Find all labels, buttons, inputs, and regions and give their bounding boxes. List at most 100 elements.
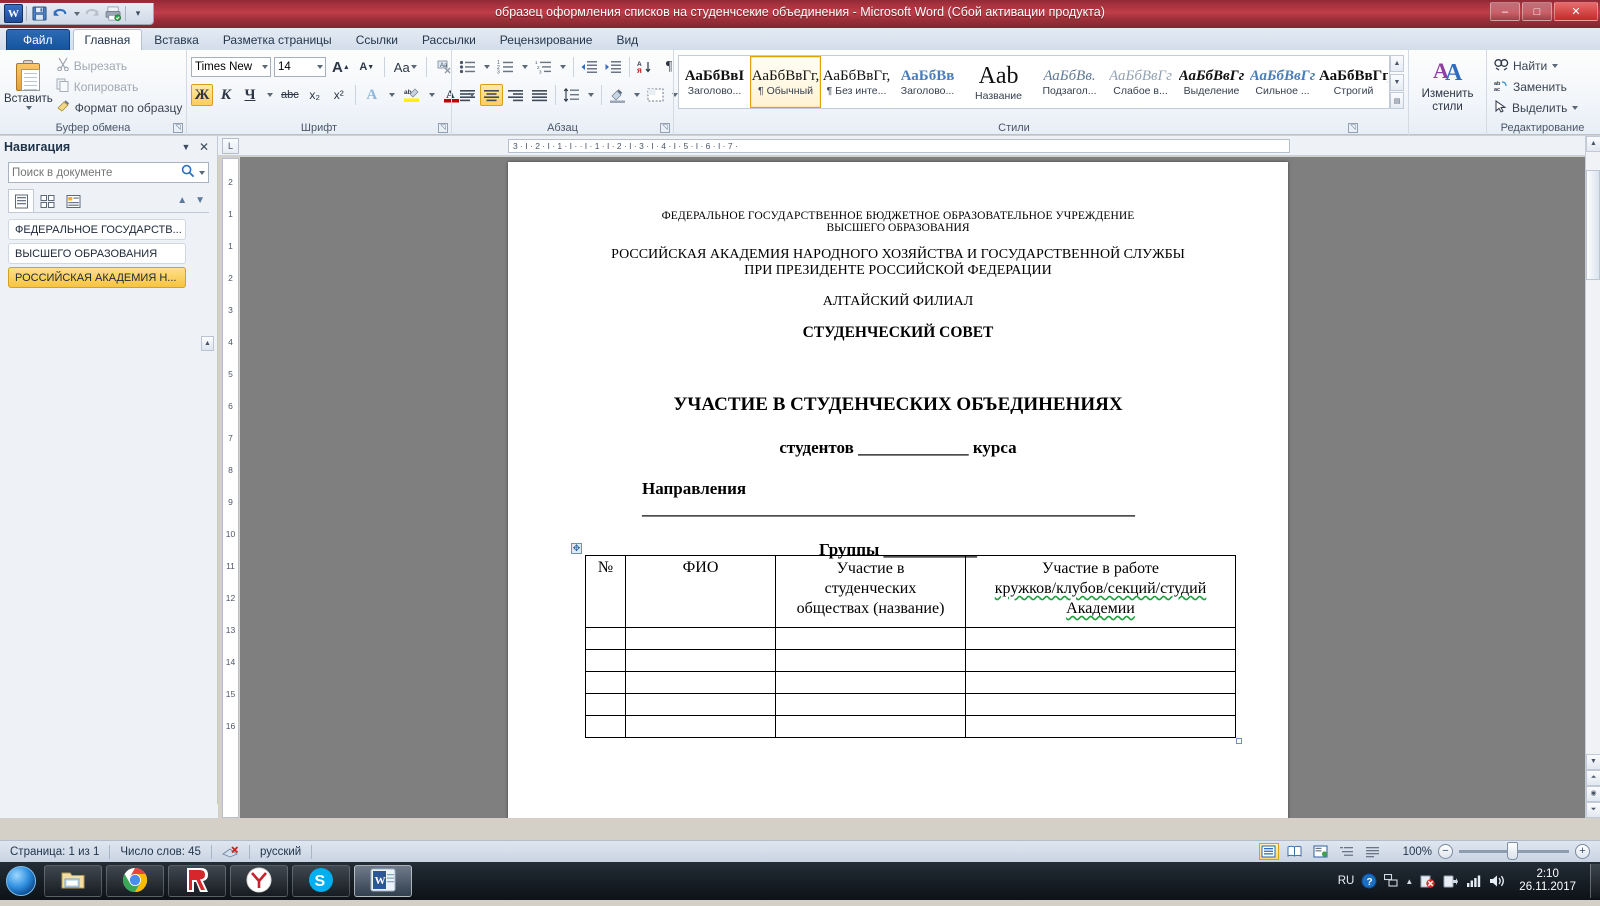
participation-table[interactable]: №ФИОУчастие встуденческихобществах (назв…: [585, 555, 1236, 738]
style-item-5[interactable]: АаБбВв.Подзагол...: [1034, 56, 1105, 108]
taskbar-item-word-taskbar-icon[interactable]: W: [354, 865, 412, 897]
navigation-item-1[interactable]: ВЫСШЕГО ОБРАЗОВАНИЯ: [8, 243, 186, 264]
zoom-out-button[interactable]: −: [1438, 844, 1453, 859]
font-name-dropdown-icon[interactable]: [262, 65, 268, 69]
proofing-errors-icon[interactable]: [212, 844, 249, 860]
underline-button[interactable]: Ч: [239, 84, 261, 106]
table-resize-handle[interactable]: [1236, 738, 1242, 744]
table-cell[interactable]: [586, 672, 626, 694]
table-row[interactable]: [586, 650, 1236, 672]
ribbon-tab-2[interactable]: Вставка: [142, 29, 211, 50]
line-spacing-dropdown-icon[interactable]: [584, 84, 597, 106]
customize-qat-icon[interactable]: ▾: [129, 5, 147, 23]
navigation-tabs[interactable]: ▲ ▼: [8, 189, 209, 213]
tab-stop-selector[interactable]: L: [222, 138, 239, 154]
tray-volume-icon[interactable]: [1489, 874, 1506, 888]
navigation-tab-headings[interactable]: [8, 189, 34, 212]
ribbon-tab-0[interactable]: Файл: [6, 29, 70, 50]
tray-help-icon[interactable]: ?: [1361, 873, 1377, 889]
shading-dropdown-icon[interactable]: [630, 84, 643, 106]
style-item-4[interactable]: AabНазвание: [963, 56, 1034, 108]
navigation-next-icon[interactable]: ▼: [195, 195, 205, 206]
navigation-scroll-up-icon[interactable]: ▲: [201, 336, 214, 351]
paste-dropdown-icon[interactable]: [26, 106, 32, 110]
justify-icon[interactable]: [528, 84, 551, 106]
grow-font-button[interactable]: A▲: [329, 56, 353, 78]
minimize-button[interactable]: –: [1490, 2, 1520, 21]
ribbon-tab-3[interactable]: Разметка страницы: [211, 29, 344, 50]
tray-clock[interactable]: 2:10 26.11.2017: [1513, 868, 1582, 894]
line-spacing-icon[interactable]: [560, 84, 583, 106]
change-case-button[interactable]: Aa: [391, 56, 420, 78]
table-cell[interactable]: [966, 672, 1236, 694]
full-screen-reading-icon[interactable]: [1285, 843, 1305, 860]
paragraph-dialog-launcher[interactable]: ◹: [660, 123, 670, 133]
taskbar-item-yandex-browser-icon[interactable]: [230, 865, 288, 897]
maximize-button[interactable]: □: [1522, 2, 1552, 21]
sort-icon[interactable]: AЯ: [634, 56, 657, 78]
document-vertical-scrollbar[interactable]: ▲ ▼ ⏶ ◉ ⏷: [1585, 136, 1600, 818]
table-cell[interactable]: [626, 716, 776, 738]
find-dropdown-icon[interactable]: [1552, 64, 1558, 68]
vertical-ruler[interactable]: 2112345678910111213141516: [222, 158, 239, 818]
shading-icon[interactable]: [606, 84, 629, 106]
table-row[interactable]: [586, 628, 1236, 650]
start-orb-icon[interactable]: [2, 864, 40, 898]
table-cell[interactable]: [776, 672, 966, 694]
close-button[interactable]: ✕: [1554, 2, 1598, 21]
navigation-search[interactable]: [8, 162, 209, 183]
navigation-scrollbar[interactable]: ▲: [201, 336, 215, 906]
table-cell[interactable]: [626, 628, 776, 650]
table-cell[interactable]: [586, 650, 626, 672]
navigation-heading-list[interactable]: ФЕДЕРАЛЬНОЕ ГОСУДАРСТВ... ВЫСШЕГО ОБРАЗОВ…: [8, 219, 209, 789]
styles-more-icon[interactable]: ▤: [1390, 92, 1404, 109]
table-cell[interactable]: [776, 694, 966, 716]
tray-network-panel-icon[interactable]: [1384, 874, 1398, 888]
table-cell[interactable]: [966, 694, 1236, 716]
save-icon[interactable]: [30, 5, 48, 23]
navigation-tab-pages[interactable]: [34, 189, 60, 212]
bullets-dropdown-icon[interactable]: [480, 56, 493, 78]
table-cell[interactable]: [776, 716, 966, 738]
styles-dialog-launcher[interactable]: ◹: [1348, 123, 1358, 133]
navigation-prev-icon[interactable]: ▲: [177, 195, 187, 206]
text-effects-button[interactable]: A: [361, 84, 383, 106]
show-desktop-button[interactable]: [1590, 864, 1600, 898]
style-item-8[interactable]: АаБбВвГгСильное ...: [1247, 56, 1318, 108]
align-center-icon[interactable]: [480, 84, 503, 106]
document-page[interactable]: ФЕДЕРАЛЬНОЕ ГОСУДАРСТВЕННОЕ БЮДЖЕТНОЕ ОБ…: [508, 162, 1288, 818]
taskbar-items[interactable]: SW: [40, 865, 412, 897]
table-header-cell-1[interactable]: ФИО: [626, 556, 776, 628]
status-word-count[interactable]: Число слов: 45: [110, 844, 211, 860]
style-item-7[interactable]: АаБбВвГгВыделение: [1176, 56, 1247, 108]
taskbar-item-yandex-icon[interactable]: [168, 865, 226, 897]
style-item-2[interactable]: АаБбВвГг,¶ Без инте...: [821, 56, 892, 108]
borders-icon[interactable]: [644, 84, 667, 106]
font-dialog-launcher[interactable]: ◹: [438, 123, 448, 133]
table-row[interactable]: [586, 694, 1236, 716]
shrink-font-button[interactable]: A▼: [356, 56, 378, 78]
font-size-combo[interactable]: 14: [274, 57, 326, 77]
taskbar-item-explorer-icon[interactable]: [44, 865, 102, 897]
font-size-dropdown-icon[interactable]: [317, 65, 323, 69]
tray-language[interactable]: RU: [1338, 875, 1355, 887]
font-name-combo[interactable]: Times New Rc: [191, 57, 271, 77]
table-row[interactable]: [586, 672, 1236, 694]
table-move-handle[interactable]: ✥: [571, 543, 582, 554]
zoom-level[interactable]: 100%: [1403, 846, 1432, 858]
ribbon-tab-5[interactable]: Рассылки: [410, 29, 488, 50]
ribbon-tabs[interactable]: ФайлГлавнаяВставкаРазметка страницыСсылк…: [0, 28, 1600, 50]
taskbar-item-chrome-icon[interactable]: [106, 865, 164, 897]
undo-dropdown-icon[interactable]: [72, 5, 80, 23]
print-preview-icon[interactable]: [104, 5, 122, 23]
outline-icon[interactable]: [1337, 843, 1357, 860]
table-cell[interactable]: [586, 716, 626, 738]
table-cell[interactable]: [626, 694, 776, 716]
table-cell[interactable]: [586, 694, 626, 716]
table-header-cell-3[interactable]: Участие в работекружков/клубов/секций/ст…: [966, 556, 1236, 628]
underline-dropdown-icon[interactable]: [263, 84, 276, 106]
scroll-up-icon[interactable]: ▲: [1586, 136, 1600, 152]
style-item-9[interactable]: АаБбВвГг,Строгий: [1318, 56, 1389, 108]
navigation-item-0[interactable]: ФЕДЕРАЛЬНОЕ ГОСУДАРСТВ...: [8, 219, 186, 240]
italic-button[interactable]: К: [215, 84, 237, 106]
